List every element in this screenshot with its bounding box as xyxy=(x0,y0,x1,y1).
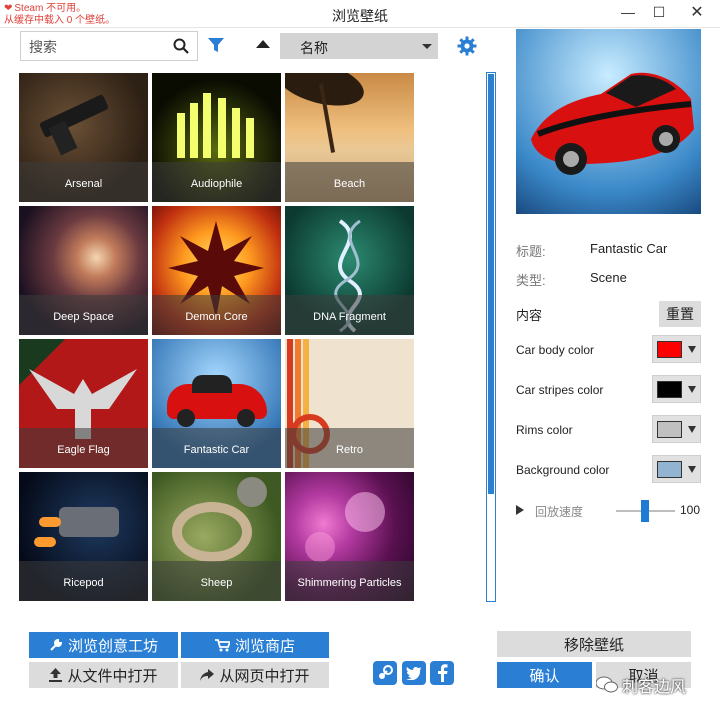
steam-icon[interactable] xyxy=(373,661,397,685)
wallpaper-label: Demon Core xyxy=(152,295,281,335)
wallpaper-label: Arsenal xyxy=(19,162,148,202)
play-icon[interactable] xyxy=(516,505,524,515)
cart-icon xyxy=(214,638,230,651)
preview-image xyxy=(516,29,701,214)
scrollbar-thumb[interactable] xyxy=(488,74,494,494)
car-body-color-picker[interactable] xyxy=(652,335,701,363)
wallpaper-label: Beach xyxy=(285,162,414,202)
title-bar: ❤ Steam 不可用。 从缓存中载入 0 个壁纸。 浏览壁纸 — ☐ ✕ xyxy=(0,0,720,28)
color-swatch xyxy=(657,421,682,438)
facebook-logo xyxy=(438,664,448,682)
wallpaper-tile-eagle-flag[interactable]: Eagle Flag xyxy=(19,339,148,468)
ok-label: 确认 xyxy=(529,667,560,685)
slider-thumb[interactable] xyxy=(641,500,649,522)
minimize-button[interactable]: — xyxy=(612,0,644,24)
twitter-icon[interactable] xyxy=(402,661,426,685)
chevron-down-icon xyxy=(688,466,696,473)
close-button[interactable]: ✕ xyxy=(674,0,720,24)
wallpaper-tile-dna-fragment[interactable]: DNA Fragment xyxy=(285,206,414,335)
remove-wallpaper-label: 移除壁纸 xyxy=(563,636,624,654)
search-box[interactable] xyxy=(20,31,198,61)
type-key: 类型: xyxy=(516,273,546,288)
wallpaper-tile-retro[interactable]: Retro xyxy=(285,339,414,468)
watermark: 刺客边风 xyxy=(596,673,686,697)
chevron-down-icon xyxy=(688,426,696,433)
grid-scrollbar[interactable] xyxy=(486,72,496,602)
wallpaper-tile-shimmering-particles[interactable]: Shimmering Particles xyxy=(285,472,414,601)
wallpaper-label: Ricepod xyxy=(19,561,148,601)
property-label-background-color: Background color xyxy=(516,463,610,477)
wallpaper-tile-arsenal[interactable]: Arsenal xyxy=(19,73,148,202)
reset-button[interactable]: 重置 xyxy=(659,301,701,327)
wallpaper-label: Eagle Flag xyxy=(19,428,148,468)
wallpaper-label: Retro xyxy=(285,428,414,468)
title-key: 标题: xyxy=(516,244,546,259)
sort-value: 名称 xyxy=(300,40,328,56)
color-swatch xyxy=(657,341,682,358)
maximize-button[interactable]: ☐ xyxy=(643,0,675,24)
rims-color-picker[interactable] xyxy=(652,415,701,443)
property-label-rims-color: Rims color xyxy=(516,423,573,437)
wallpaper-label: Deep Space xyxy=(19,295,148,335)
wallpaper-label: DNA Fragment xyxy=(285,295,414,335)
wallpaper-tile-fantastic-car[interactable]: Fantastic Car xyxy=(152,339,281,468)
browse-store-label: 浏览商店 xyxy=(234,637,295,655)
share-icon xyxy=(200,669,215,681)
wallpaper-label: Fantastic Car xyxy=(152,428,281,468)
filter-icon[interactable] xyxy=(207,36,225,54)
ok-button[interactable]: 确认 xyxy=(497,662,592,688)
sort-dropdown[interactable]: 名称 xyxy=(280,33,438,59)
color-swatch xyxy=(657,381,682,398)
gear-icon[interactable] xyxy=(457,36,477,56)
steam-logo xyxy=(379,665,393,679)
browse-workshop-label: 浏览创意工坊 xyxy=(67,637,158,655)
property-label-car-stripes-color: Car stripes color xyxy=(516,383,604,397)
title-value: Fantastic Car xyxy=(590,241,668,256)
twitter-logo xyxy=(406,666,422,680)
open-from-file-button[interactable]: 从文件中打开 xyxy=(29,662,178,688)
upload-icon xyxy=(49,668,63,682)
wallpaper-label: Audiophile xyxy=(152,162,281,202)
sort-direction-icon[interactable] xyxy=(256,40,270,48)
watermark-text: 刺客边风 xyxy=(622,679,687,696)
remove-wallpaper-button[interactable]: 移除壁纸 xyxy=(497,631,691,657)
chevron-down-icon xyxy=(688,386,696,393)
chevron-down-icon xyxy=(688,346,696,353)
open-from-file-label: 从文件中打开 xyxy=(67,667,158,685)
color-swatch xyxy=(657,461,682,478)
playback-speed-label: 回放速度 xyxy=(535,505,584,519)
wallpaper-tile-beach[interactable]: Beach xyxy=(285,73,414,202)
wallpaper-tile-sheep[interactable]: Sheep xyxy=(152,472,281,601)
wallpaper-tile-audiophile[interactable]: Audiophile xyxy=(152,73,281,202)
background-color-picker[interactable] xyxy=(652,455,701,483)
property-label-car-body-color: Car body color xyxy=(516,343,595,357)
preview-car xyxy=(531,72,694,175)
open-from-web-label: 从网页中打开 xyxy=(219,667,310,685)
type-value: Scene xyxy=(590,270,627,285)
wallpaper-tile-ricepod[interactable]: Ricepod xyxy=(19,472,148,601)
wallpaper-label: Sheep xyxy=(152,561,281,601)
wallpaper-label: Shimmering Particles xyxy=(285,561,414,601)
wallpaper-tile-deep-space[interactable]: Deep Space xyxy=(19,206,148,335)
chevron-down-icon xyxy=(422,44,432,49)
open-from-web-button[interactable]: 从网页中打开 xyxy=(181,662,329,688)
browse-store-button[interactable]: 浏览商店 xyxy=(181,632,329,658)
wrench-icon xyxy=(50,638,62,651)
browse-workshop-button[interactable]: 浏览创意工坊 xyxy=(29,632,178,658)
content-heading: 内容 xyxy=(516,308,543,323)
wallpaper-tile-demon-core[interactable]: Demon Core xyxy=(152,206,281,335)
facebook-icon[interactable] xyxy=(430,661,454,685)
car-stripes-color-picker[interactable] xyxy=(652,375,701,403)
search-icon[interactable] xyxy=(173,38,189,54)
wechat-icon xyxy=(596,676,618,693)
search-input[interactable] xyxy=(29,37,169,57)
playback-speed-value: 100 xyxy=(680,503,701,517)
